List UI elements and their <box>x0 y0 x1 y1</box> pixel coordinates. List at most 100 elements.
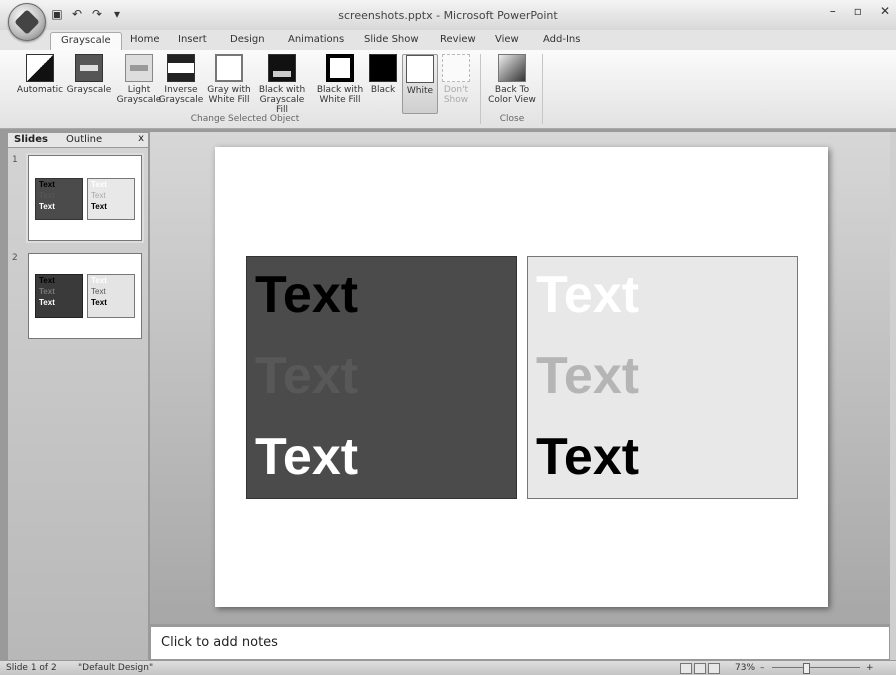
tab-design[interactable]: Design <box>230 34 265 45</box>
slide-text-white[interactable]: Text <box>255 429 358 485</box>
light-grayscale-icon <box>125 54 153 82</box>
button-label: White <box>406 86 434 96</box>
button-label: Black with <box>258 85 306 95</box>
slides-panel: Slides Outline x 1 Text Text Text Text T… <box>7 132 149 662</box>
ribbon-tabs: Grayscale Home Insert Design Animations … <box>0 30 896 50</box>
slide-thumbnail-2[interactable]: Text Text Text Text Text Text <box>28 253 142 339</box>
dark-text-box[interactable]: Text Text Text <box>246 256 517 499</box>
tab-animations[interactable]: Animations <box>288 34 344 45</box>
slide-text-white[interactable]: Text <box>536 267 639 323</box>
tab-slide-show[interactable]: Slide Show <box>364 34 419 45</box>
slide-text-black[interactable]: Text <box>536 429 639 485</box>
automatic-icon <box>26 54 54 82</box>
minimize-button[interactable]: – <box>830 4 836 18</box>
zoom-out-button[interactable]: – <box>760 663 765 673</box>
slide-text-gray[interactable]: Text <box>536 348 639 404</box>
black-button[interactable]: Black <box>366 54 400 95</box>
thumb-text: Text <box>39 298 55 307</box>
title-bar: ▣ ↶ ↷ ▾ screenshots.pptx - Microsoft Pow… <box>0 0 896 31</box>
ribbon: Automatic Grayscale Light Grayscale Inve… <box>0 50 896 129</box>
zoom-level[interactable]: 73% <box>735 663 755 673</box>
vertical-scrollbar[interactable] <box>890 132 896 660</box>
inverse-grayscale-icon <box>167 54 195 82</box>
black-with-white-fill-icon <box>326 54 354 82</box>
window-title: screenshots.pptx - Microsoft PowerPoint <box>338 9 558 22</box>
thumb-number: 2 <box>12 253 18 263</box>
black-with-grayscale-fill-icon <box>268 54 296 82</box>
office-logo-icon <box>14 9 40 35</box>
zoom-in-button[interactable]: + <box>866 663 874 673</box>
status-bar: Slide 1 of 2 "Default Design" 73% – + <box>0 660 896 675</box>
black-with-grayscale-fill-button[interactable]: Black with Grayscale Fill <box>254 54 310 115</box>
dont-show-icon <box>442 54 470 82</box>
slide-text-gray[interactable]: Text <box>255 348 358 404</box>
thumb-dark-box: Text Text Text <box>35 178 83 220</box>
button-label: Inverse <box>164 85 198 95</box>
thumb-text: Text <box>39 287 55 296</box>
slide-text-black[interactable]: Text <box>255 267 358 323</box>
grayscale-button[interactable]: Grayscale <box>66 54 112 95</box>
thumb-text: Text <box>39 276 55 285</box>
change-selected-object-group-label: Change Selected Object <box>190 114 300 124</box>
button-label: Automatic <box>16 85 64 95</box>
gray-with-white-fill-icon <box>215 54 243 82</box>
tab-slides[interactable]: Slides <box>14 134 48 145</box>
tab-view[interactable]: View <box>495 34 519 45</box>
black-icon <box>369 54 397 82</box>
thumb-text: Text <box>91 191 106 200</box>
slide-show-icon[interactable] <box>708 663 720 674</box>
grayscale-icon <box>75 54 103 82</box>
window-controls: – ▫ ✕ <box>830 4 890 18</box>
zoom-slider-handle[interactable] <box>803 663 810 674</box>
button-label: Grayscale <box>116 95 162 105</box>
button-label: Black with <box>316 85 364 95</box>
panel-tabs: Slides Outline x <box>8 133 148 148</box>
slide-thumbnail-1[interactable]: Text Text Text Text Text Text <box>28 155 142 241</box>
button-label: Show <box>443 95 469 105</box>
thumb-number: 1 <box>12 155 18 165</box>
thumb-text: Text <box>91 202 107 211</box>
thumb-light-box: Text Text Text <box>87 274 135 318</box>
tab-add-ins[interactable]: Add-Ins <box>543 34 580 45</box>
tab-review[interactable]: Review <box>440 34 476 45</box>
white-button[interactable]: White <box>402 54 438 114</box>
thumb-text: Text <box>91 276 107 285</box>
white-icon <box>406 55 434 83</box>
light-grayscale-button[interactable]: Light Grayscale <box>116 54 162 105</box>
close-button[interactable]: ✕ <box>880 4 890 18</box>
office-button[interactable] <box>8 3 46 41</box>
group-separator <box>480 54 481 124</box>
zoom-slider-track[interactable] <box>772 667 860 668</box>
slide-sorter-icon[interactable] <box>694 663 706 674</box>
dont-show-button[interactable]: Don't Show <box>438 54 474 105</box>
thumb-light-box: Text Text Text <box>87 178 135 220</box>
inverse-grayscale-button[interactable]: Inverse Grayscale <box>158 54 204 105</box>
black-with-white-fill-button[interactable]: Black with White Fill <box>314 54 366 105</box>
gray-with-white-fill-button[interactable]: Gray with White Fill <box>204 54 254 105</box>
button-label: Grayscale <box>158 95 204 105</box>
button-label: Light <box>127 85 151 95</box>
button-label: White Fill <box>208 95 250 105</box>
panel-close-icon[interactable]: x <box>138 133 144 144</box>
back-to-color-view-button[interactable]: Back To Color View <box>484 54 540 105</box>
light-text-box[interactable]: Text Text Text <box>527 256 798 499</box>
automatic-button[interactable]: Automatic <box>14 54 66 95</box>
theme-name: "Default Design" <box>78 663 154 673</box>
tab-grayscale[interactable]: Grayscale <box>50 32 122 50</box>
thumb-text: Text <box>91 287 106 296</box>
slide-count: Slide 1 of 2 <box>6 663 57 673</box>
close-group-label: Close <box>499 114 525 124</box>
thumb-text: Text <box>39 180 55 189</box>
normal-view-icon[interactable] <box>680 663 692 674</box>
group-separator <box>542 54 543 124</box>
notes-pane[interactable]: Click to add notes <box>150 626 890 660</box>
thumb-dark-box: Text Text Text <box>35 274 83 318</box>
button-label: Grayscale <box>66 85 112 95</box>
tab-insert[interactable]: Insert <box>178 34 207 45</box>
button-label: Color View <box>488 95 536 105</box>
button-label: Don't <box>443 85 469 95</box>
tab-home[interactable]: Home <box>130 34 160 45</box>
tab-outline[interactable]: Outline <box>66 134 102 145</box>
maximize-button[interactable]: ▫ <box>854 4 862 18</box>
color-view-icon <box>498 54 526 82</box>
